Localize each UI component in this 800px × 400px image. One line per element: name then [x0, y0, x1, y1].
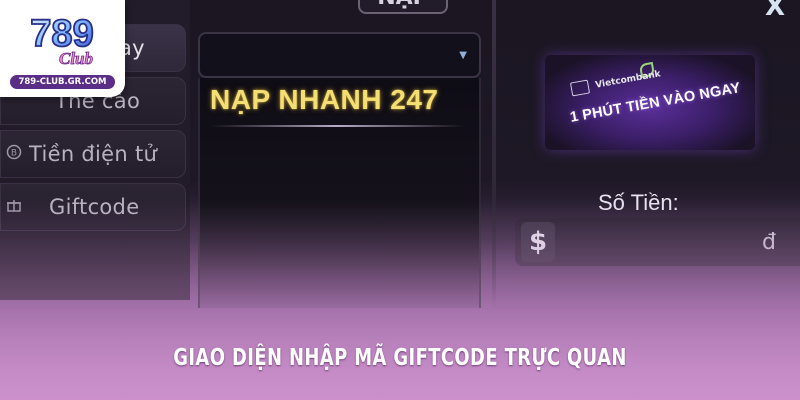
close-icon[interactable]: X	[760, 0, 790, 20]
currency-unit: đ	[762, 230, 776, 255]
sidebar-item-tien-dien-tu[interactable]: B Tiền điện tử	[0, 130, 186, 178]
dropdown-option-nap-nhanh[interactable]: NẠP NHANH 247	[210, 84, 470, 116]
app-screen: ay Thẻ cào B Tiền điện tử Giftcode 789 C…	[0, 0, 800, 400]
sidebar-item-giftcode[interactable]: Giftcode	[0, 183, 186, 231]
brand-logo: 789 Club 789-CLUB.GR.COM	[0, 0, 125, 97]
logo-club: Club	[59, 49, 93, 68]
bank-card-icon	[569, 79, 591, 97]
logo-url: 789-CLUB.GR.COM	[10, 75, 115, 89]
chevron-down-icon: ▼	[459, 50, 467, 61]
amount-input[interactable]	[515, 218, 800, 266]
tab-nap[interactable]: NẠP	[358, 0, 448, 14]
sidebar-item-label: Giftcode	[49, 195, 140, 219]
payment-method-dropdown[interactable]: ▼	[198, 32, 481, 78]
caption-title: GIAO DIỆN NHẬP MÃ GIFTCODE TRỰC QUAN	[173, 345, 627, 371]
dollar-icon: $	[521, 222, 555, 262]
logo-mark-icon: 789 Club	[29, 12, 94, 68]
banner-bank-name: Vietcombank	[594, 69, 662, 91]
sidebar-item-label: Tiền điện tử	[29, 142, 158, 166]
panel-divider	[492, 0, 496, 310]
gift-icon	[5, 197, 23, 217]
svg-text:B: B	[11, 149, 17, 159]
option-divider	[210, 125, 465, 127]
promo-banner[interactable]: Vietcombank 1 PHÚT TIỀN VÀO NGAY	[545, 55, 755, 150]
amount-label: Số Tiền:	[598, 190, 679, 215]
bitcoin-icon: B	[5, 144, 23, 164]
